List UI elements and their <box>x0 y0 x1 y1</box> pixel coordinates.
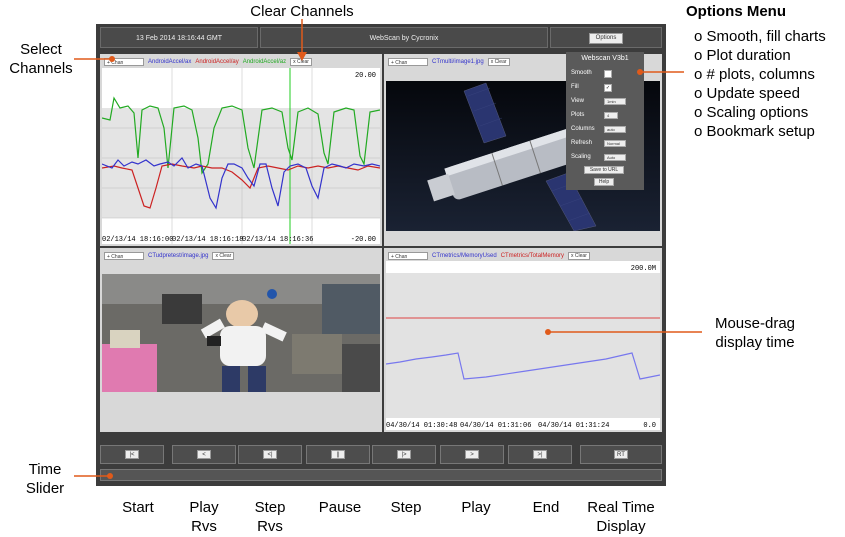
step-annotation: Step <box>390 499 422 516</box>
options-annotation-item: o # plots, columns <box>694 66 815 83</box>
options-annotation-item: o Plot duration <box>694 47 791 64</box>
end-annotation: End <box>532 499 560 516</box>
pause-annotation: Pause <box>318 499 362 516</box>
options-annotation-item: o Scaling options <box>694 104 809 121</box>
clear-channels-annotation: Clear Channels <box>250 3 354 20</box>
step-reverse-annotation: Step Rvs <box>254 499 286 535</box>
options-menu-annotation: Options Menu o Smooth, fill charts o Plo… <box>686 2 844 141</box>
options-annotation-item: o Update speed <box>694 85 800 102</box>
play-reverse-annotation: Play Rvs <box>189 499 219 535</box>
options-annotation-title: Options Menu <box>686 3 786 20</box>
time-slider-annotation: Time Slider <box>25 461 65 497</box>
real-time-annotation: Real Time Display <box>587 499 655 535</box>
select-channels-annotation: Select Channels <box>9 41 73 77</box>
play-annotation: Play <box>461 499 491 516</box>
mouse-drag-annotation: Mouse-drag display time <box>714 315 796 351</box>
options-annotation-item: o Smooth, fill charts <box>694 28 826 45</box>
start-annotation: Start <box>122 499 154 516</box>
options-annotation-item: o Bookmark setup <box>694 123 815 140</box>
